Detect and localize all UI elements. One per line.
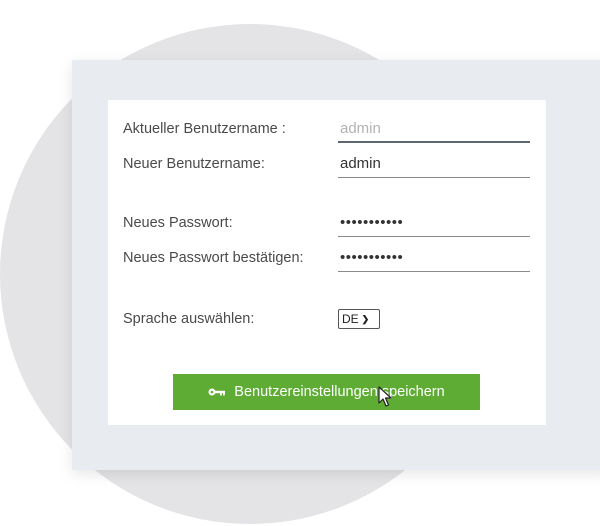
save-settings-button[interactable]: Benutzereinstellungen speichern <box>173 374 480 410</box>
new-username-input[interactable] <box>338 150 530 178</box>
language-row: Sprache auswählen: DE ❯ <box>108 305 546 335</box>
chevron-down-icon: ❯ <box>361 313 370 324</box>
confirm-password-label: Neues Passwort bestätigen: <box>123 250 304 266</box>
language-selected-value: DE <box>342 312 359 326</box>
user-settings-form: Aktueller Benutzername : Neuer Benutzern… <box>108 100 546 425</box>
confirm-password-input[interactable] <box>338 244 530 272</box>
confirm-password-row: Neues Passwort bestätigen: <box>108 244 546 274</box>
new-username-row: Neuer Benutzername: <box>108 150 546 180</box>
current-username-row: Aktueller Benutzername : <box>108 115 546 145</box>
key-icon <box>208 388 226 396</box>
language-select[interactable]: DE ❯ <box>338 309 380 329</box>
language-label: Sprache auswählen: <box>123 311 255 327</box>
new-password-label: Neues Passwort: <box>123 215 233 231</box>
save-settings-label: Benutzereinstellungen speichern <box>234 384 445 400</box>
new-password-input[interactable] <box>338 209 530 237</box>
current-username-label: Aktueller Benutzername : <box>123 121 286 137</box>
current-username-input[interactable] <box>338 115 530 143</box>
new-username-label: Neuer Benutzername: <box>123 156 265 172</box>
new-password-row: Neues Passwort: <box>108 209 546 239</box>
